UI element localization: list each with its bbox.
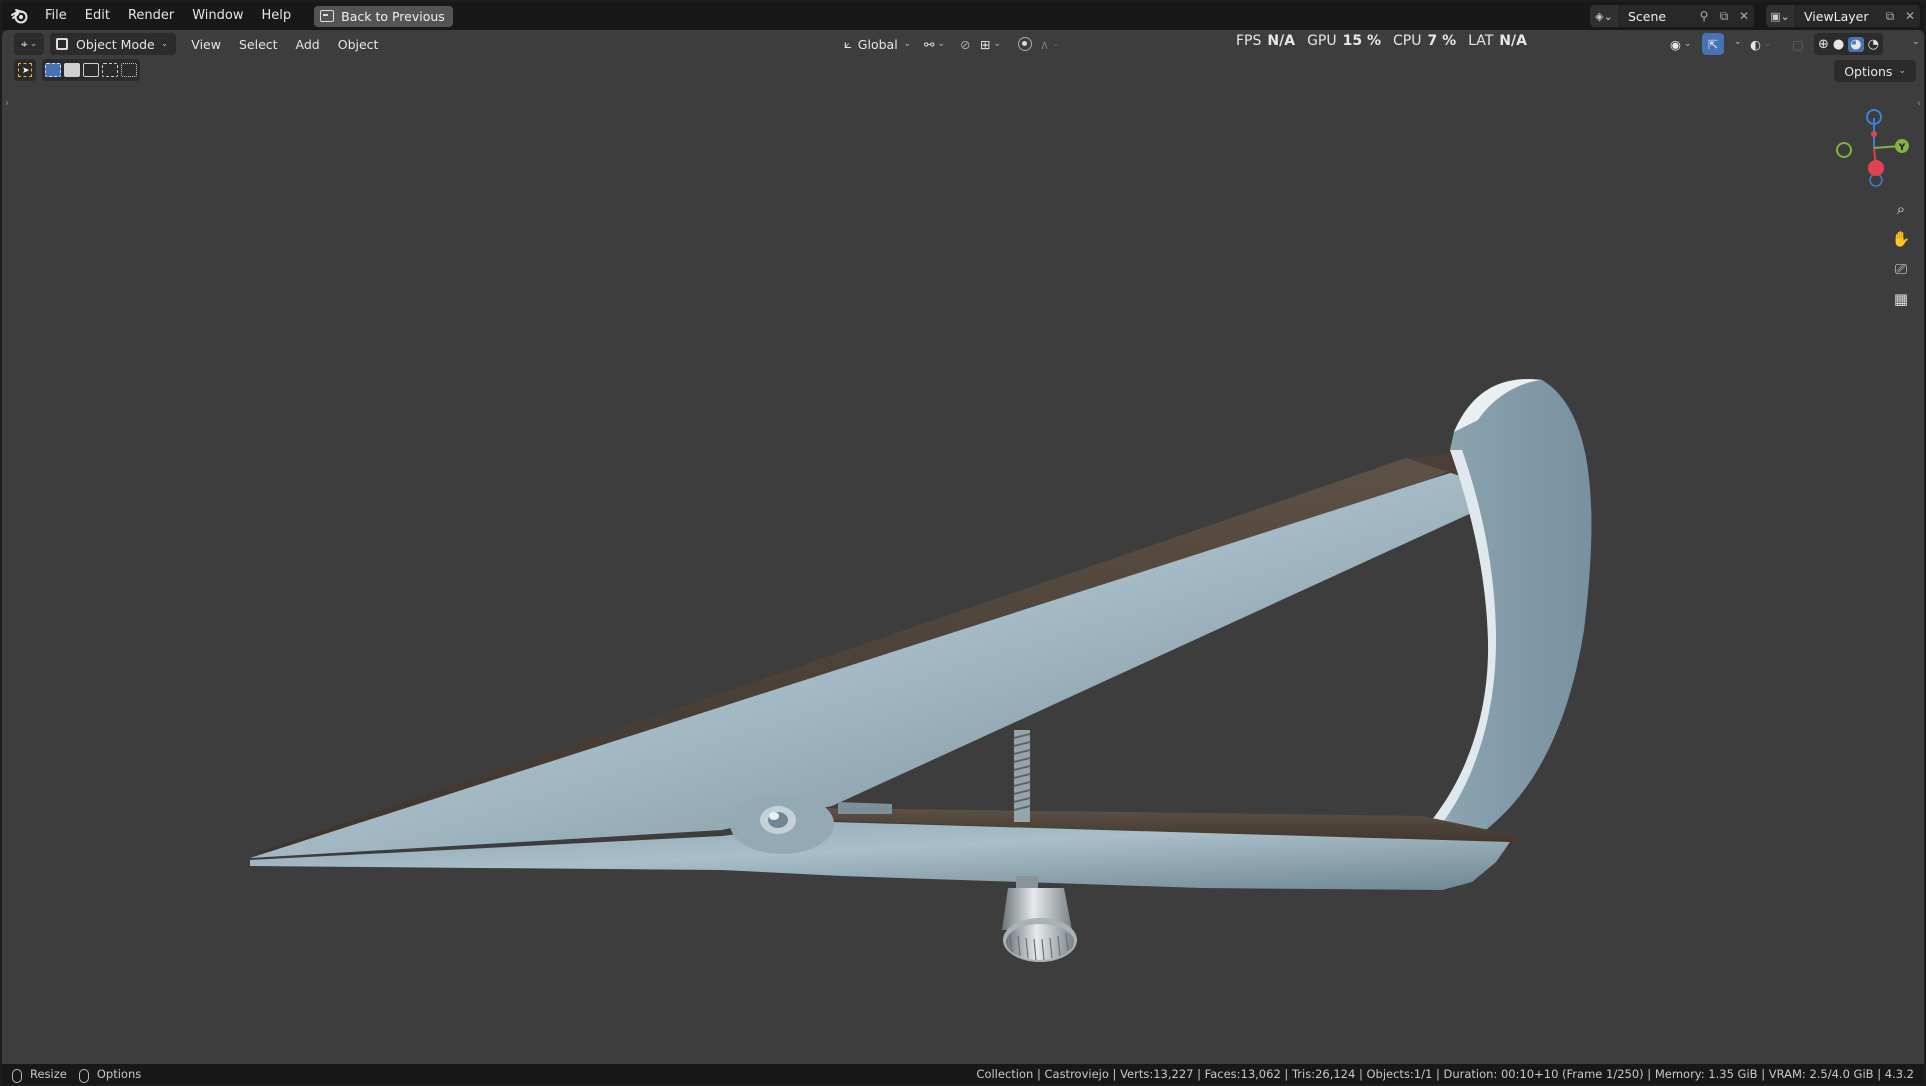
toolbar-expand-arrow-icon[interactable]: › [5, 98, 9, 109]
viewlayer-icon[interactable]: ▣⌄ [1766, 5, 1794, 27]
select-new-icon[interactable] [45, 63, 61, 77]
mouse-left-icon [12, 1069, 22, 1083]
select-tool-icon[interactable]: ➤ [14, 59, 36, 81]
pan-hand-icon[interactable]: ✋ [1888, 226, 1914, 252]
material-preview-shading-icon[interactable]: ◕ [1848, 36, 1864, 52]
back-to-previous-label: Back to Previous [341, 8, 445, 24]
falloff-selector[interactable]: ∧ ⌄ [1040, 33, 1060, 55]
performance-stats: FPS N/A GPU 15 % CPU 7 % LAT N/A [1236, 30, 1533, 52]
select-invert-icon[interactable] [102, 63, 118, 77]
menu-render[interactable]: Render [119, 2, 183, 30]
options-dropdown[interactable]: Options ⌄ [1834, 60, 1916, 82]
gizmo-y-label: Y [1898, 143, 1906, 153]
cpu-label: CPU [1393, 33, 1422, 49]
status-options-label: Options [96, 1067, 142, 1081]
scene-selector[interactable]: ◈⌄ Scene ⚲ ⧉ ✕ [1590, 5, 1754, 27]
selection-mode-group [42, 59, 140, 81]
scene-statistics: Collection | Castroviejo | Verts:13,227 … [976, 1067, 1914, 1081]
pin-icon[interactable]: ⚲ [1694, 9, 1714, 23]
new-scene-icon[interactable]: ⧉ [1714, 9, 1734, 24]
lat-value: N/A [1499, 33, 1527, 49]
lat-label: LAT [1468, 33, 1494, 49]
pivot-point-selector[interactable]: ⚯ ⌄ [924, 33, 945, 55]
new-viewlayer-icon[interactable]: ⧉ [1880, 9, 1900, 24]
proportional-edit-toggle[interactable] [1018, 33, 1032, 55]
snap-icon: ⊘ [960, 36, 971, 52]
castroviejo-caliper-object[interactable] [2, 30, 1924, 1064]
menu-help[interactable]: Help [253, 2, 301, 30]
visibility-icon: ◉ [1670, 36, 1681, 52]
select-intersect-icon[interactable] [121, 63, 137, 77]
object-mode-icon [56, 38, 68, 50]
camera-view-icon[interactable]: ⎚ [1888, 256, 1914, 282]
perspective-grid-icon[interactable]: ▦ [1888, 286, 1914, 312]
back-screen-icon [320, 10, 335, 22]
gizmo-toggle[interactable]: ⇱ [1702, 33, 1724, 55]
viewlayer-selector[interactable]: ▣⌄ ViewLayer ⧉ ✕ [1766, 5, 1920, 27]
xray-toggle[interactable]: ▢ [1792, 33, 1804, 55]
options-label: Options [1844, 63, 1893, 79]
snap-increment-icon: ⊞ [980, 36, 991, 52]
gpu-label: GPU [1307, 33, 1337, 49]
3d-viewport[interactable]: ⌖ ⌄ Object Mode ⌄ View Select Add Object … [2, 30, 1924, 1064]
fps-label: FPS [1236, 33, 1262, 49]
mode-selector[interactable]: Object Mode ⌄ [50, 33, 177, 55]
viewport-menu-select[interactable]: Select [230, 37, 287, 52]
viewlayer-name[interactable]: ViewLayer [1794, 9, 1880, 24]
solid-shading-icon[interactable]: ● [1833, 37, 1844, 52]
scene-name[interactable]: Scene [1618, 9, 1694, 24]
blender-logo-icon[interactable] [10, 6, 30, 26]
select-extend-icon[interactable] [64, 63, 80, 77]
gizmo-options-chevron-icon[interactable]: ⌄ [1734, 37, 1742, 47]
overlay-icon: ◐ [1750, 36, 1761, 52]
delete-scene-icon[interactable]: ✕ [1734, 9, 1754, 23]
orientation-icon: ⟀ [844, 36, 852, 52]
proportional-edit-icon [1018, 37, 1032, 51]
status-resize-label: Resize [30, 1067, 67, 1081]
top-menubar: File Edit Render Window Help Back to Pre… [2, 2, 1924, 30]
menu-window[interactable]: Window [183, 2, 252, 30]
editor-type-selector[interactable]: ⌖ ⌄ [14, 33, 44, 55]
fps-value: N/A [1267, 33, 1296, 49]
scene-icon[interactable]: ◈⌄ [1590, 5, 1618, 27]
select-subtract-icon[interactable] [83, 63, 99, 77]
tool-settings-row: ➤ [14, 58, 140, 82]
viewport-menu-object[interactable]: Object [329, 37, 388, 52]
orientation-label: Global [857, 36, 898, 52]
sidebar-expand-arrow-icon[interactable]: ‹ [1917, 98, 1921, 109]
mouse-right-icon [78, 1069, 89, 1083]
pivot-icon: ⚯ [924, 36, 935, 52]
gpu-value: 15 % [1342, 33, 1381, 49]
snap-target-selector[interactable]: ⊞ ⌄ [980, 33, 1001, 55]
menu-edit[interactable]: Edit [76, 2, 119, 30]
blender-window: File Edit Render Window Help Back to Pre… [2, 2, 1924, 1084]
snap-toggle[interactable]: ⊘ [960, 33, 970, 55]
back-to-previous-button[interactable]: Back to Previous [314, 5, 453, 27]
shading-mode-group: ⊕ ● ◕ ◔ [1814, 33, 1883, 55]
mode-label: Object Mode [76, 36, 155, 52]
navigation-gizmo[interactable]: Y [1822, 98, 1912, 198]
viewport-header: ⌖ ⌄ Object Mode ⌄ View Select Add Object … [2, 30, 1924, 58]
viewport-menu-view[interactable]: View [182, 37, 230, 52]
menu-file[interactable]: File [36, 2, 76, 30]
viewport-menu-add[interactable]: Add [287, 37, 329, 52]
overlay-toggle[interactable]: ◐ ⌄ [1750, 33, 1771, 55]
status-bar: Resize Options Collection | Castroviejo … [2, 1064, 1924, 1084]
cpu-value: 7 % [1427, 33, 1457, 49]
delete-viewlayer-icon[interactable]: ✕ [1900, 9, 1920, 23]
xray-icon: ▢ [1792, 36, 1804, 52]
wireframe-shading-icon[interactable]: ⊕ [1818, 37, 1829, 52]
editor-type-icon: ⌖ [20, 36, 28, 51]
rendered-shading-icon[interactable]: ◔ [1868, 37, 1879, 52]
shading-options-chevron-icon[interactable]: ⌄ [1912, 37, 1920, 47]
transform-orientation-selector[interactable]: ⟀ Global ⌄ [844, 33, 911, 55]
zoom-icon[interactable]: ⌕ [1888, 196, 1914, 222]
gizmo-icon: ⇱ [1707, 36, 1719, 52]
falloff-icon: ∧ [1040, 36, 1050, 52]
visibility-selector[interactable]: ◉ ⌄ [1670, 33, 1691, 55]
